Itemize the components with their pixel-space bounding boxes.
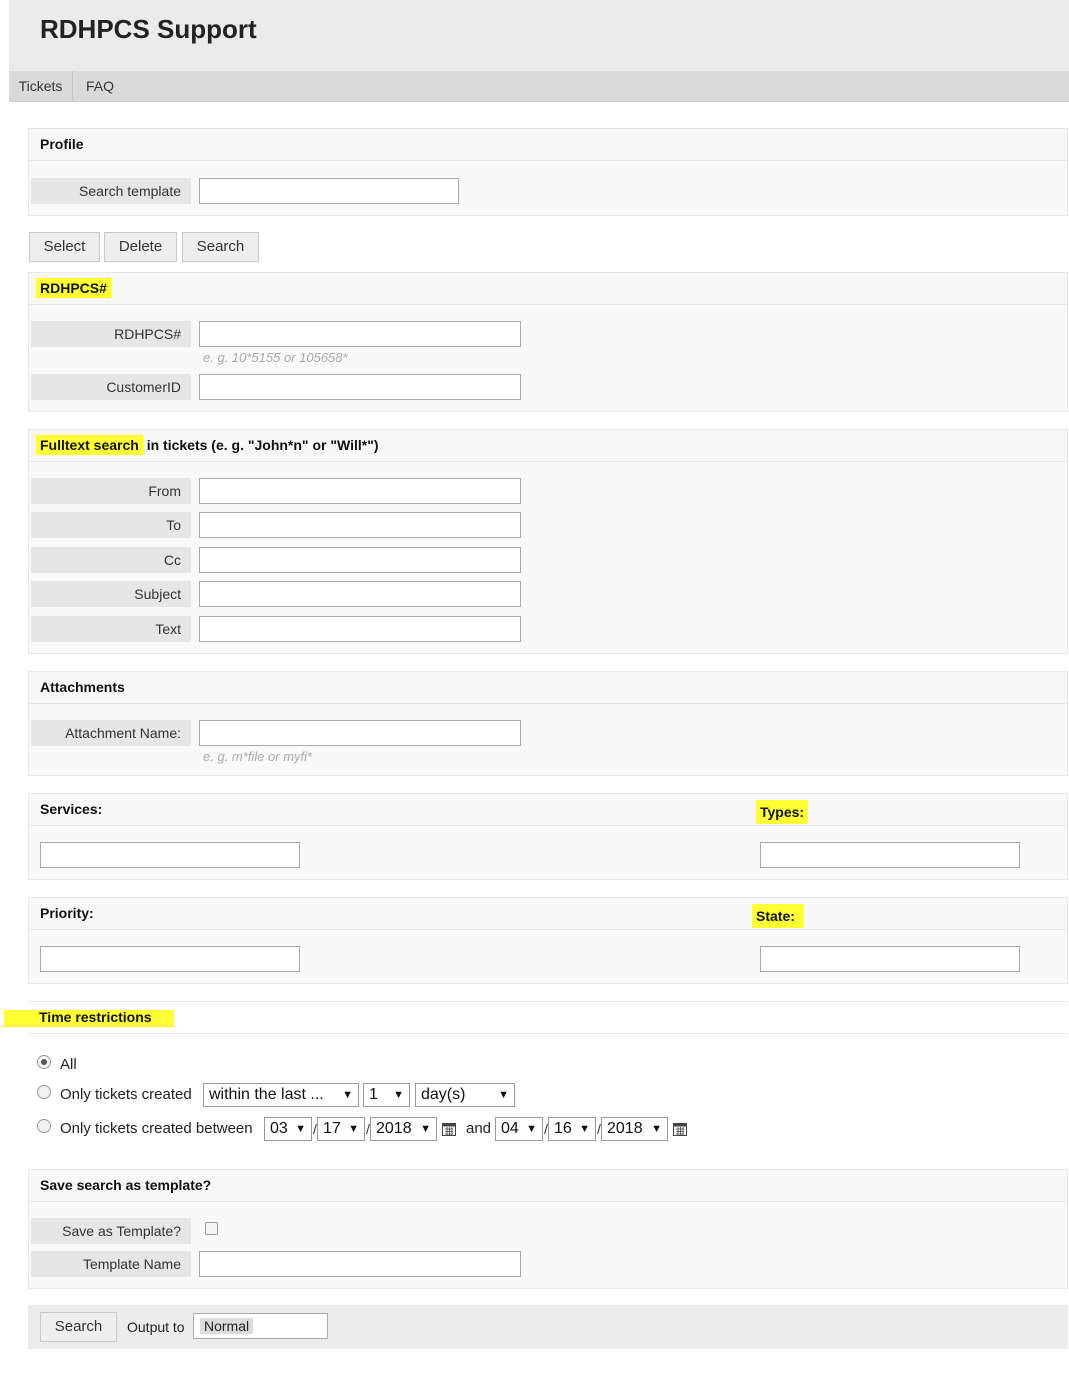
to-year-value: 2018 bbox=[607, 1120, 643, 1137]
chevron-down-icon: ▼ bbox=[420, 1123, 431, 1135]
from-year-select[interactable]: 2018 ▼ bbox=[370, 1117, 437, 1141]
calendar-icon[interactable] bbox=[442, 1122, 456, 1136]
rdhpcs-number-label: RDHPCS# bbox=[31, 321, 191, 347]
state-label: State: bbox=[752, 904, 803, 928]
time-all-radio[interactable] bbox=[37, 1055, 51, 1069]
rdhpcs-number-input[interactable] bbox=[199, 321, 521, 347]
calendar-icon[interactable] bbox=[673, 1122, 687, 1136]
chevron-down-icon: ▼ bbox=[342, 1089, 353, 1101]
time-created-label: Only tickets created bbox=[60, 1086, 192, 1103]
to-day-value: 16 bbox=[554, 1120, 572, 1137]
within-select-value: within the last ... bbox=[209, 1086, 324, 1103]
rdhpcs-heading-text: RDHPCS# bbox=[36, 278, 111, 298]
state-input[interactable] bbox=[760, 946, 1020, 972]
fulltext-heading-highlight: Fulltext search bbox=[36, 435, 143, 455]
from-month-value: 03 bbox=[270, 1120, 288, 1137]
to-year-select[interactable]: 2018 ▼ bbox=[601, 1117, 668, 1141]
nav-tickets[interactable]: Tickets bbox=[9, 71, 73, 101]
footer-search-button[interactable]: Search bbox=[40, 1312, 117, 1342]
fulltext-heading-rest: in tickets (e. g. "John*n" or "Will*") bbox=[142, 437, 379, 453]
priority-state-panel: Priority: State: bbox=[28, 897, 1068, 984]
output-to-label: Output to bbox=[127, 1319, 185, 1335]
time-created-radio[interactable] bbox=[37, 1085, 51, 1099]
from-label: From bbox=[31, 478, 191, 504]
search-footer: Search Output to Normal bbox=[28, 1305, 1068, 1349]
chevron-down-icon: ▼ bbox=[348, 1123, 359, 1135]
search-template-input[interactable] bbox=[199, 178, 459, 204]
chevron-down-icon: ▼ bbox=[393, 1089, 404, 1101]
attachment-name-input[interactable] bbox=[199, 720, 521, 746]
profile-panel: Profile Search template bbox=[28, 128, 1068, 216]
time-between-label: Only tickets created between bbox=[60, 1120, 253, 1137]
unit-select[interactable]: day(s) ▼ bbox=[415, 1083, 515, 1107]
profile-search-button[interactable]: Search bbox=[182, 232, 259, 262]
to-month-value: 04 bbox=[501, 1120, 519, 1137]
from-month-select[interactable]: 03 ▼ bbox=[264, 1117, 312, 1141]
time-heading: Time restrictions bbox=[28, 1002, 1068, 1034]
subject-input[interactable] bbox=[199, 581, 521, 607]
amount-select-value: 1 bbox=[369, 1086, 378, 1103]
rdhpcs-number-hint: e. g. 10*5155 or 105658* bbox=[203, 350, 348, 365]
text-label: Text bbox=[31, 616, 191, 642]
select-button[interactable]: Select bbox=[29, 232, 100, 262]
subject-label: Subject bbox=[31, 581, 191, 607]
app-header: RDHPCS Support bbox=[9, 0, 1069, 71]
chevron-down-icon: ▼ bbox=[579, 1123, 590, 1135]
cc-label: Cc bbox=[31, 547, 191, 573]
nav-bar: Tickets FAQ bbox=[9, 71, 1069, 102]
unit-select-value: day(s) bbox=[421, 1086, 466, 1103]
within-select[interactable]: within the last ... ▼ bbox=[203, 1083, 359, 1107]
to-month-select[interactable]: 04 ▼ bbox=[495, 1117, 543, 1141]
customer-id-label: CustomerID bbox=[31, 374, 191, 400]
fulltext-panel: Fulltext search in tickets (e. g. "John*… bbox=[28, 429, 1068, 654]
time-all-label: All bbox=[60, 1056, 77, 1073]
priority-state-head: Priority: State: bbox=[29, 898, 1067, 930]
chevron-down-icon: ▼ bbox=[295, 1123, 306, 1135]
template-name-input[interactable] bbox=[199, 1251, 521, 1277]
services-types-head: Services: Types: bbox=[29, 794, 1067, 826]
nav-faq[interactable]: FAQ bbox=[73, 71, 127, 101]
delete-button[interactable]: Delete bbox=[104, 232, 177, 262]
to-input[interactable] bbox=[199, 512, 521, 538]
text-input[interactable] bbox=[199, 616, 521, 642]
and-label: and bbox=[466, 1120, 492, 1137]
app-title: RDHPCS Support bbox=[40, 14, 257, 44]
rdhpcs-panel: RDHPCS# RDHPCS# e. g. 10*5155 or 105658*… bbox=[28, 272, 1068, 412]
save-as-template-checkbox[interactable] bbox=[205, 1222, 218, 1235]
output-select-value: Normal bbox=[200, 1318, 254, 1334]
save-as-template-label: Save as Template? bbox=[31, 1218, 191, 1244]
output-select[interactable]: Normal bbox=[193, 1313, 328, 1339]
cc-input[interactable] bbox=[199, 547, 521, 573]
profile-heading: Profile bbox=[29, 129, 1067, 161]
chevron-down-icon: ▼ bbox=[526, 1123, 537, 1135]
chevron-down-icon: ▼ bbox=[498, 1089, 509, 1101]
priority-label: Priority: bbox=[40, 905, 94, 921]
from-day-select[interactable]: 17 ▼ bbox=[317, 1117, 365, 1141]
to-day-select[interactable]: 16 ▼ bbox=[548, 1117, 596, 1141]
template-name-label: Template Name bbox=[31, 1251, 191, 1277]
services-input[interactable] bbox=[40, 842, 300, 868]
rdhpcs-heading: RDHPCS# bbox=[29, 273, 1067, 305]
types-input[interactable] bbox=[760, 842, 1020, 868]
attachment-name-label: Attachment Name: bbox=[31, 720, 191, 746]
priority-input[interactable] bbox=[40, 946, 300, 972]
attachment-name-hint: e. g. m*file or myfi* bbox=[203, 749, 313, 764]
customer-id-input[interactable] bbox=[199, 374, 521, 400]
save-template-heading: Save search as template? bbox=[29, 1170, 1067, 1202]
types-label: Types: bbox=[756, 800, 809, 824]
from-input[interactable] bbox=[199, 478, 521, 504]
services-label: Services: bbox=[40, 801, 103, 817]
to-label: To bbox=[31, 512, 191, 538]
from-day-value: 17 bbox=[323, 1120, 341, 1137]
fulltext-heading: Fulltext search in tickets (e. g. "John*… bbox=[29, 430, 1067, 462]
amount-select[interactable]: 1 ▼ bbox=[363, 1083, 410, 1107]
from-year-value: 2018 bbox=[376, 1120, 412, 1137]
search-template-label: Search template bbox=[31, 178, 191, 204]
chevron-down-icon: ▼ bbox=[651, 1123, 662, 1135]
attachments-heading: Attachments bbox=[29, 672, 1067, 704]
services-types-panel: Services: Types: bbox=[28, 793, 1068, 880]
time-between-radio[interactable] bbox=[37, 1119, 51, 1133]
attachments-panel: Attachments Attachment Name: e. g. m*fil… bbox=[28, 671, 1068, 776]
save-template-panel: Save search as template? Save as Templat… bbox=[28, 1169, 1068, 1289]
